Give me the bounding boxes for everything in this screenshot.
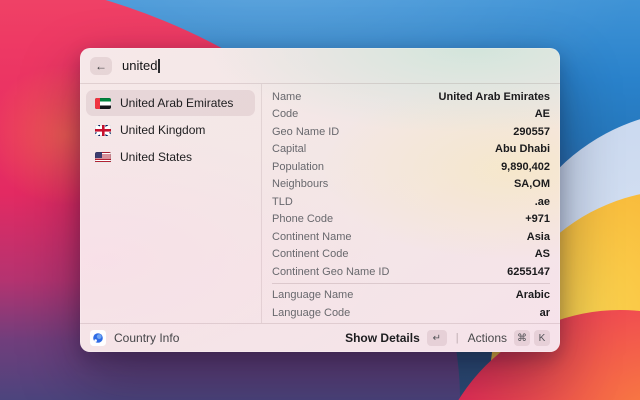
content-area: United Arab Emirates United Kingdom United… [80, 84, 560, 323]
detail-label: Code [272, 108, 299, 121]
detail-value: +971 [525, 213, 550, 226]
detail-label: Continent Code [272, 248, 349, 261]
flag-ae-icon [95, 97, 111, 109]
detail-label: Population [272, 160, 324, 173]
action-bar: Country Info Show Details ↵ | Actions ⌘ K [80, 323, 560, 352]
k-key: K [534, 330, 550, 346]
detail-value: Asia [526, 230, 550, 243]
search-bar: ← united [80, 48, 560, 84]
text-caret [158, 58, 160, 73]
detail-panel: Name United Arab Emirates Code AE Geo Name I… [262, 84, 560, 323]
detail-value: AS [534, 248, 550, 261]
detail-row: Language Code ar [272, 304, 550, 322]
detail-value: ar [539, 306, 550, 319]
return-key-icon: ↵ [426, 330, 447, 346]
footer-divider: | [455, 332, 459, 344]
detail-row: Continent Geo Name ID 6255147 [272, 263, 550, 281]
command-key-icon: ⌘ [514, 330, 530, 346]
actions-shortcut: ⌘ K [514, 330, 550, 346]
search-input[interactable]: united [122, 58, 160, 73]
detail-row: Geo Name ID 290557 [272, 123, 550, 141]
detail-value: SA,OM [513, 178, 550, 191]
detail-row: Population 9,890,402 [272, 158, 550, 176]
detail-row: Continent Code AS [272, 246, 550, 264]
back-button[interactable]: ← [90, 56, 112, 75]
detail-label: Capital [272, 143, 307, 156]
detail-label: Language Code [272, 306, 351, 319]
list-item-us[interactable]: United States [86, 144, 255, 170]
list-item-label: United Arab Emirates [120, 96, 234, 110]
show-details-button[interactable]: Show Details [345, 331, 420, 345]
list-item-label: United Kingdom [120, 123, 206, 137]
detail-value: 290557 [513, 125, 550, 138]
detail-row: Capital Abu Dhabi [272, 141, 550, 159]
detail-row: Code AE [272, 106, 550, 124]
detail-label: Neighbours [272, 178, 329, 191]
detail-label: Continent Name [272, 230, 352, 243]
detail-label: Continent Geo Name ID [272, 265, 390, 278]
country-info-app-icon [90, 330, 106, 346]
screen: ← united United Arab Emirates United King… [0, 0, 640, 400]
detail-value: 6255147 [507, 265, 550, 278]
detail-label: Language Name [272, 289, 354, 302]
detail-value: United Arab Emirates [438, 90, 550, 103]
detail-row: Continent Name Asia [272, 228, 550, 246]
footer-actions: Show Details ↵ | Actions ⌘ K [345, 330, 550, 346]
flag-gb-icon [95, 124, 111, 136]
detail-separator [272, 283, 550, 284]
back-arrow-icon: ← [95, 58, 107, 73]
list-item-label: United States [120, 150, 193, 164]
detail-row: Language Name Arabic [272, 287, 550, 305]
actions-button[interactable]: Actions [468, 331, 507, 345]
list-item-ae[interactable]: United Arab Emirates [86, 90, 255, 116]
detail-label: TLD [272, 195, 293, 208]
launcher-window: ← united United Arab Emirates United King… [80, 48, 560, 352]
detail-row: Neighbours SA,OM [272, 176, 550, 194]
flag-us-icon [95, 151, 111, 163]
detail-row: TLD .ae [272, 193, 550, 211]
app-name: Country Info [114, 331, 180, 345]
detail-value: 9,890,402 [501, 160, 550, 173]
detail-label: Geo Name ID [272, 125, 340, 138]
detail-value: Arabic [515, 289, 550, 302]
search-value: united [122, 58, 158, 73]
detail-row: Name United Arab Emirates [272, 88, 550, 106]
list-item-gb[interactable]: United Kingdom [86, 117, 255, 143]
detail-row: Phone Code +971 [272, 211, 550, 229]
detail-value: .ae [534, 195, 550, 208]
app-chip: Country Info [90, 330, 179, 346]
country-list: United Arab Emirates United Kingdom United… [80, 84, 262, 323]
detail-label: Name [272, 90, 302, 103]
detail-label: Phone Code [272, 213, 334, 226]
detail-value: AE [534, 108, 550, 121]
detail-value: Abu Dhabi [495, 143, 550, 156]
